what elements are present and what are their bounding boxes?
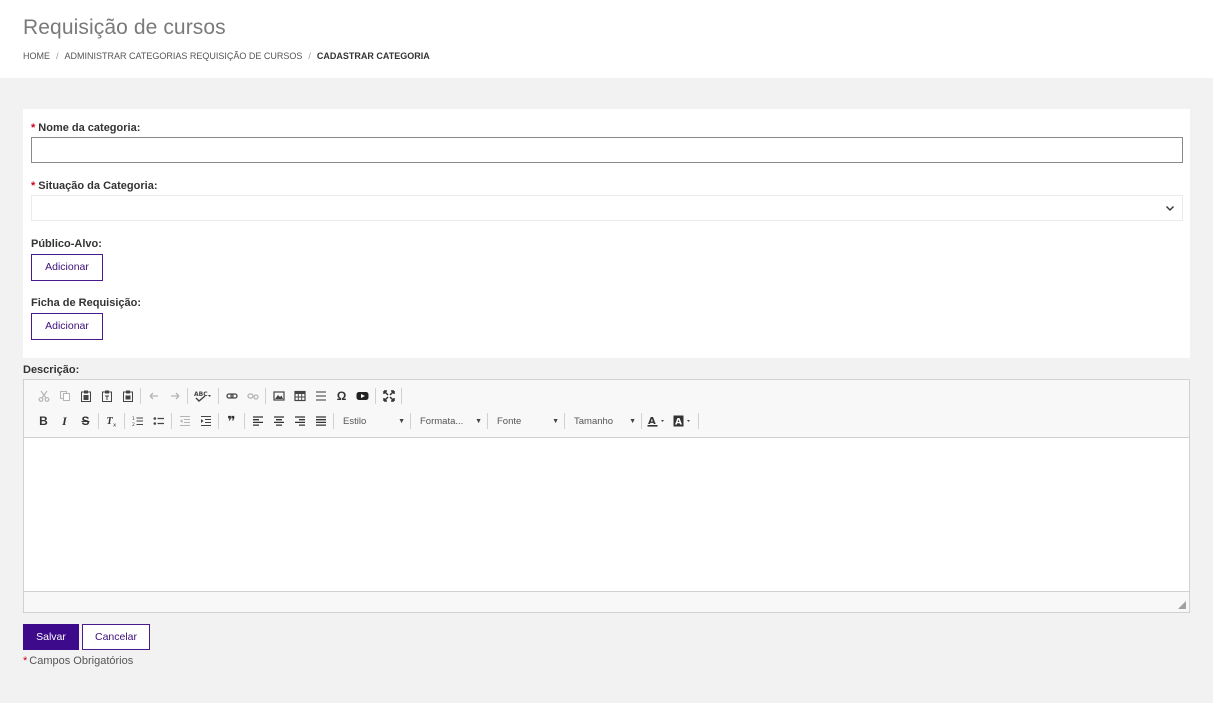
toolbar-separator <box>641 413 642 429</box>
bg-color-icon[interactable]: A <box>670 411 696 431</box>
maximize-icon[interactable] <box>378 386 399 406</box>
align-left-icon[interactable] <box>247 411 268 431</box>
blockquote-icon[interactable]: ❞ <box>221 411 242 431</box>
align-right-icon[interactable] <box>289 411 310 431</box>
toolbar-row-1: ABC Ω <box>33 386 404 406</box>
editor-content-area[interactable] <box>24 438 1189 591</box>
bold-icon[interactable]: B <box>33 411 54 431</box>
youtube-icon[interactable] <box>352 386 373 406</box>
toolbar-separator <box>410 413 411 429</box>
justify-icon[interactable] <box>310 411 331 431</box>
toolbar-row-2: B I S Tx 12 ❞ Estilo ▼ Formata... ▼ Fonte ▼ <box>33 411 701 431</box>
style-combo[interactable]: Estilo ▼ <box>336 411 408 431</box>
resize-grip-icon[interactable] <box>1178 601 1186 609</box>
horizontal-rule-icon[interactable] <box>310 386 331 406</box>
font-color-icon[interactable]: A <box>644 411 670 431</box>
format-combo[interactable]: Formata... ▼ <box>413 411 485 431</box>
editor-statusbar <box>24 591 1189 612</box>
required-mark: * <box>23 655 28 667</box>
editor-toolbar: ABC Ω B I S Tx 12 ❞ Estilo ▼ Formata... … <box>24 380 1189 438</box>
link-icon[interactable] <box>221 386 242 406</box>
toolbar-separator <box>401 388 402 404</box>
add-target-audience-button[interactable]: Adicionar <box>31 254 103 281</box>
toolbar-separator <box>187 388 188 404</box>
unlink-icon[interactable] <box>242 386 263 406</box>
page-title: Requisição de cursos <box>23 16 226 39</box>
chevron-down-icon: ▼ <box>552 417 559 425</box>
paste-word-icon[interactable] <box>117 386 138 406</box>
size-combo-label: Tamanho <box>574 415 614 427</box>
breadcrumb-home[interactable]: HOME <box>23 51 50 61</box>
description-editor: ABC Ω B I S Tx 12 ❞ Estilo ▼ Formata... … <box>23 379 1190 613</box>
breadcrumb: HOME / ADMINISTRAR CATEGORIAS REQUISIÇÃO D… <box>23 51 430 61</box>
spellcheck-icon[interactable]: ABC <box>190 386 216 406</box>
undo-icon[interactable] <box>143 386 164 406</box>
category-name-input[interactable] <box>31 137 1183 163</box>
numbered-list-icon[interactable]: 12 <box>127 411 148 431</box>
redo-icon[interactable] <box>164 386 185 406</box>
svg-text:ABC: ABC <box>194 391 208 398</box>
toolbar-separator <box>124 413 125 429</box>
add-request-form-button[interactable]: Adicionar <box>31 313 103 340</box>
indent-icon[interactable] <box>195 411 216 431</box>
toolbar-separator <box>171 413 172 429</box>
target-audience-label: Público-Alvo: <box>31 238 102 250</box>
italic-icon[interactable]: I <box>54 411 75 431</box>
image-icon[interactable] <box>268 386 289 406</box>
category-status-label: * Situação da Categoria: <box>31 180 158 192</box>
copy-icon[interactable] <box>54 386 75 406</box>
toolbar-separator <box>375 388 376 404</box>
chevron-down-icon: ▼ <box>475 417 482 425</box>
font-combo-label: Fonte <box>497 415 522 427</box>
request-form-label: Ficha de Requisição: <box>31 297 142 309</box>
save-button[interactable]: Salvar <box>23 624 79 650</box>
chevron-down-icon <box>1166 206 1174 211</box>
toolbar-separator <box>698 413 699 429</box>
outdent-icon[interactable] <box>174 411 195 431</box>
description-label: Descrição: <box>23 364 80 376</box>
toolbar-separator <box>487 413 488 429</box>
category-name-label: * Nome da categoria: <box>31 122 141 134</box>
align-center-icon[interactable] <box>268 411 289 431</box>
toolbar-separator <box>244 413 245 429</box>
strike-icon[interactable]: S <box>75 411 96 431</box>
cancel-button[interactable]: Cancelar <box>82 624 150 650</box>
remove-format-icon[interactable]: Tx <box>101 411 122 431</box>
bulleted-list-icon[interactable] <box>148 411 169 431</box>
category-form: * Nome da categoria: * Situação da Categor… <box>23 109 1190 358</box>
svg-text:A: A <box>675 418 682 428</box>
table-icon[interactable] <box>289 386 310 406</box>
breadcrumb-separator: / <box>56 51 59 61</box>
svg-text:x: x <box>113 423 117 428</box>
svg-text:2: 2 <box>132 422 135 427</box>
font-combo[interactable]: Fonte ▼ <box>490 411 562 431</box>
toolbar-separator <box>333 413 334 429</box>
toolbar-separator <box>218 388 219 404</box>
chevron-down-icon: ▼ <box>629 417 636 425</box>
style-combo-label: Estilo <box>343 415 367 427</box>
toolbar-separator <box>265 388 266 404</box>
required-mark: * <box>31 180 36 192</box>
toolbar-separator <box>140 388 141 404</box>
required-mark: * <box>31 122 36 134</box>
category-status-select[interactable] <box>31 195 1183 221</box>
cut-icon[interactable] <box>33 386 54 406</box>
toolbar-separator <box>564 413 565 429</box>
svg-text:1: 1 <box>132 416 135 422</box>
toolbar-separator <box>218 413 219 429</box>
page-header: Requisição de cursos HOME / ADMINISTRAR CA… <box>0 0 1213 78</box>
breadcrumb-admin-categories[interactable]: ADMINISTRAR CATEGORIAS REQUISIÇÃO DE CUR… <box>65 51 303 61</box>
breadcrumb-separator: / <box>308 51 311 61</box>
toolbar-separator <box>98 413 99 429</box>
paste-icon[interactable] <box>75 386 96 406</box>
size-combo[interactable]: Tamanho ▼ <box>567 411 639 431</box>
breadcrumb-current: CADASTRAR CATEGORIA <box>316 51 430 61</box>
format-combo-label: Formata... <box>420 415 464 427</box>
paste-text-icon[interactable] <box>96 386 117 406</box>
required-fields-note: * Campos Obrigatórios <box>23 655 133 667</box>
chevron-down-icon: ▼ <box>398 417 405 425</box>
required-fields-text: Campos Obrigatórios <box>29 655 134 667</box>
special-char-icon[interactable]: Ω <box>331 386 352 406</box>
